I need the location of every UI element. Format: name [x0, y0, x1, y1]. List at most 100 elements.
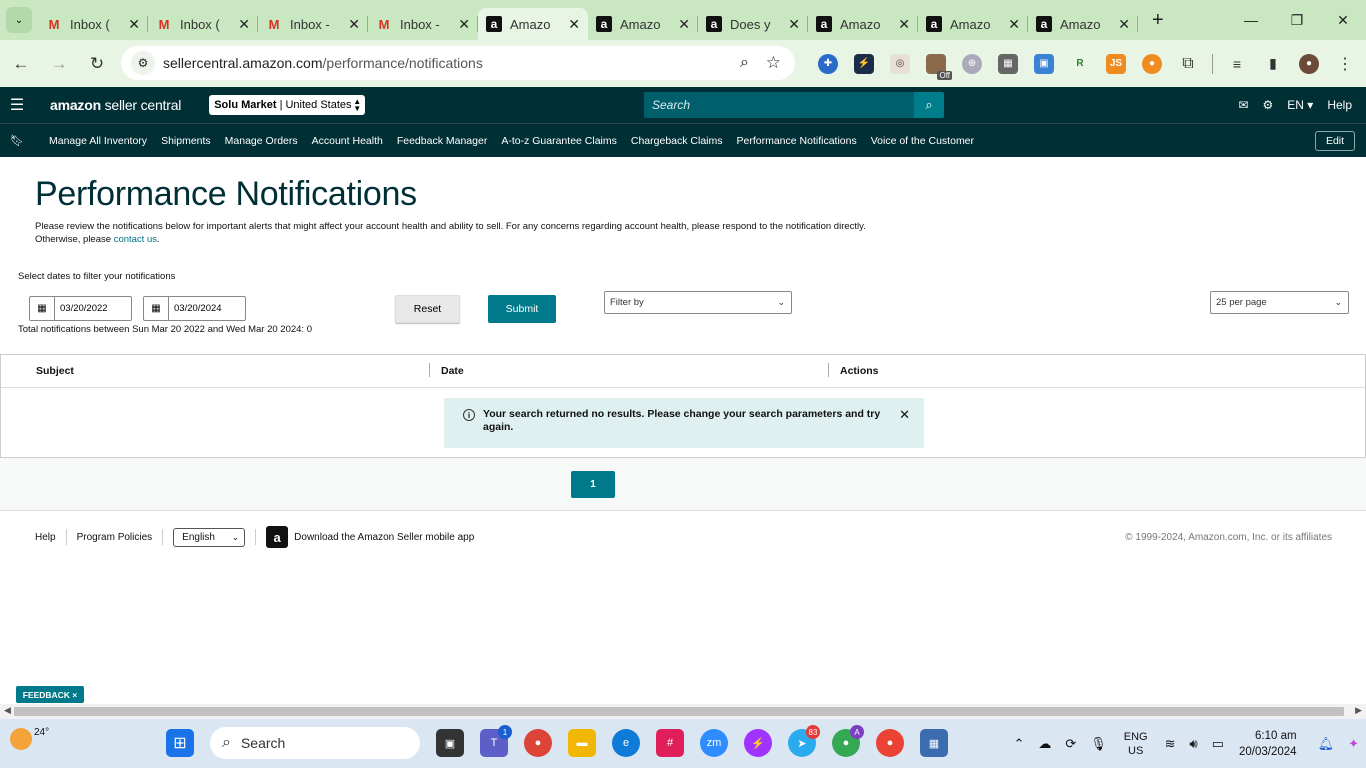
extension-icon[interactable]: ▣: [1034, 53, 1054, 74]
browser-tab[interactable]: a Amazo ✕: [808, 8, 918, 40]
slack-icon[interactable]: #: [656, 729, 684, 757]
battery-icon[interactable]: ▭: [1212, 736, 1224, 752]
qr-extension-icon[interactable]: ▦: [998, 53, 1018, 74]
minimize-icon[interactable]: —: [1228, 0, 1274, 40]
horizontal-scrollbar[interactable]: ◀ ▶: [0, 704, 1366, 719]
calculator-icon[interactable]: ▦: [920, 729, 948, 757]
chrome-icon[interactable]: ●: [524, 729, 552, 757]
chevron-up-icon[interactable]: ⌃: [1013, 736, 1024, 752]
browser-tab[interactable]: M Inbox (✕: [38, 8, 148, 40]
close-tab-icon[interactable]: ✕: [898, 16, 910, 33]
close-tab-icon[interactable]: ✕: [458, 16, 470, 33]
site-settings-icon[interactable]: ⚙: [131, 51, 155, 75]
input-language[interactable]: ENG US: [1124, 730, 1148, 758]
search-input[interactable]: Search: [644, 92, 914, 118]
scrollbar-thumb[interactable]: [14, 707, 1344, 716]
calendar-icon[interactable]: ▦: [30, 297, 55, 320]
chrome-profile-icon[interactable]: ● A: [832, 725, 864, 757]
contact-us-link[interactable]: contact us: [114, 234, 157, 245]
extension-icon[interactable]: R: [1070, 53, 1090, 74]
extension-icon[interactable]: ⚡: [854, 53, 874, 74]
date-to-field[interactable]: ▦ 03/20/2024: [143, 296, 246, 321]
close-tab-icon[interactable]: ✕: [128, 16, 140, 33]
forward-icon[interactable]: →: [42, 47, 76, 81]
zoom-icon[interactable]: ⌕: [740, 54, 749, 72]
extension-icon[interactable]: ◎: [890, 53, 910, 74]
download-app-link[interactable]: Download the Amazon Seller mobile app: [294, 532, 474, 543]
side-panel-icon[interactable]: ▮: [1263, 54, 1283, 74]
close-tab-icon[interactable]: ✕: [1118, 16, 1130, 33]
wifi-icon[interactable]: ≋: [1165, 736, 1176, 752]
globe-extension-icon[interactable]: ⊕: [962, 53, 982, 74]
address-bar[interactable]: ⚙ sellercentral.amazon.com/performance/n…: [121, 46, 795, 80]
feedback-button[interactable]: FEEDBACK ×: [16, 686, 84, 703]
help-link[interactable]: Help: [1327, 98, 1352, 112]
windows-start-icon[interactable]: ⊞: [166, 729, 194, 757]
browser-tab[interactable]: a Does y ✕: [698, 8, 808, 40]
calendar-icon[interactable]: ▦: [144, 297, 169, 320]
search-icon[interactable]: ⌕: [914, 92, 944, 118]
per-page-select[interactable]: 25 per page ⌄: [1210, 291, 1349, 314]
gear-icon[interactable]: ⚙: [1263, 98, 1274, 112]
extension-icon[interactable]: ✚: [818, 53, 838, 74]
extension-icon[interactable]: ●: [1142, 53, 1162, 74]
edit-nav-button[interactable]: Edit: [1315, 131, 1355, 151]
program-policies-link[interactable]: Program Policies: [77, 532, 153, 543]
nav-link[interactable]: A-to-z Guarantee Claims: [501, 135, 617, 147]
scroll-right-icon[interactable]: ▶: [1355, 705, 1362, 716]
file-explorer-icon[interactable]: ▬: [568, 729, 596, 757]
new-tab-button[interactable]: +: [1152, 9, 1164, 32]
teams-icon[interactable]: T1: [480, 725, 512, 757]
js-extension-icon[interactable]: JS: [1106, 53, 1126, 74]
browser-tab[interactable]: a Amazo ✕: [588, 8, 698, 40]
chrome-active-icon[interactable]: ●: [876, 729, 904, 757]
browser-tab[interactable]: M Inbox - ✕: [258, 8, 368, 40]
browser-tab[interactable]: a Amazo ✕: [918, 8, 1028, 40]
date-from-field[interactable]: ▦ 03/20/2022: [29, 296, 132, 321]
reload-icon[interactable]: ↻: [80, 47, 114, 81]
browser-tab[interactable]: a Amazo ✕: [1028, 8, 1138, 40]
reset-button[interactable]: Reset: [395, 295, 460, 323]
footer-language-select[interactable]: English ⌄: [173, 527, 246, 547]
volume-icon[interactable]: 🔊︎: [1190, 736, 1198, 752]
language-selector[interactable]: EN ▾: [1287, 98, 1313, 112]
telegram-icon[interactable]: ➤ 83: [788, 725, 820, 757]
restore-icon[interactable]: ❐: [1274, 0, 1320, 40]
microphone-icon[interactable]: 🎙︎: [1090, 736, 1107, 752]
nav-link[interactable]: Voice of the Customer: [871, 135, 974, 147]
weather-widget[interactable]: 24°: [10, 727, 49, 750]
footer-help-link[interactable]: Help: [35, 532, 56, 543]
page-button-current[interactable]: 1: [571, 471, 615, 498]
back-icon[interactable]: ←: [4, 47, 38, 81]
hamburger-menu-icon[interactable]: ☰: [0, 95, 34, 115]
nav-link[interactable]: Performance Notifications: [737, 135, 857, 147]
taskbar-search[interactable]: ⌕ Search: [210, 727, 420, 759]
mail-icon[interactable]: ✉: [1238, 98, 1248, 112]
sync-icon[interactable]: ⟳: [1065, 736, 1076, 752]
onedrive-icon[interactable]: ☁: [1038, 736, 1051, 752]
column-subject[interactable]: Subject: [36, 365, 74, 377]
filter-by-select[interactable]: Filter by ⌄: [604, 291, 792, 314]
copilot-icon[interactable]: ✦: [1348, 736, 1359, 752]
puzzle-icon[interactable]: ⧉: [1178, 54, 1198, 74]
nav-link[interactable]: Chargeback Claims: [631, 135, 723, 147]
browser-tab[interactable]: M Inbox (✕: [148, 8, 258, 40]
nav-link[interactable]: Shipments: [161, 135, 211, 147]
nav-link[interactable]: Manage Orders: [225, 135, 298, 147]
close-tab-icon[interactable]: ✕: [238, 16, 250, 33]
menu-kebab-icon[interactable]: ⋮: [1335, 54, 1355, 74]
browser-tab[interactable]: a Amazo ✕: [478, 8, 588, 40]
browser-tab[interactable]: M Inbox - ✕: [368, 8, 478, 40]
column-date[interactable]: Date: [441, 365, 464, 377]
close-tab-icon[interactable]: ✕: [678, 16, 690, 33]
bookmark-star-icon[interactable]: ☆: [766, 53, 781, 73]
profile-avatar[interactable]: ●: [1299, 53, 1319, 74]
notification-bell-icon[interactable]: 🔔︎: [1318, 736, 1335, 752]
zoom-icon[interactable]: zm: [700, 729, 728, 757]
submit-button[interactable]: Submit: [488, 295, 556, 323]
nav-link[interactable]: Manage All Inventory: [49, 135, 147, 147]
task-view-icon[interactable]: ▣: [436, 729, 464, 757]
nav-link[interactable]: Account Health: [312, 135, 383, 147]
close-tab-icon[interactable]: ✕: [568, 16, 580, 33]
seller-central-logo[interactable]: amazon seller central: [50, 97, 181, 113]
